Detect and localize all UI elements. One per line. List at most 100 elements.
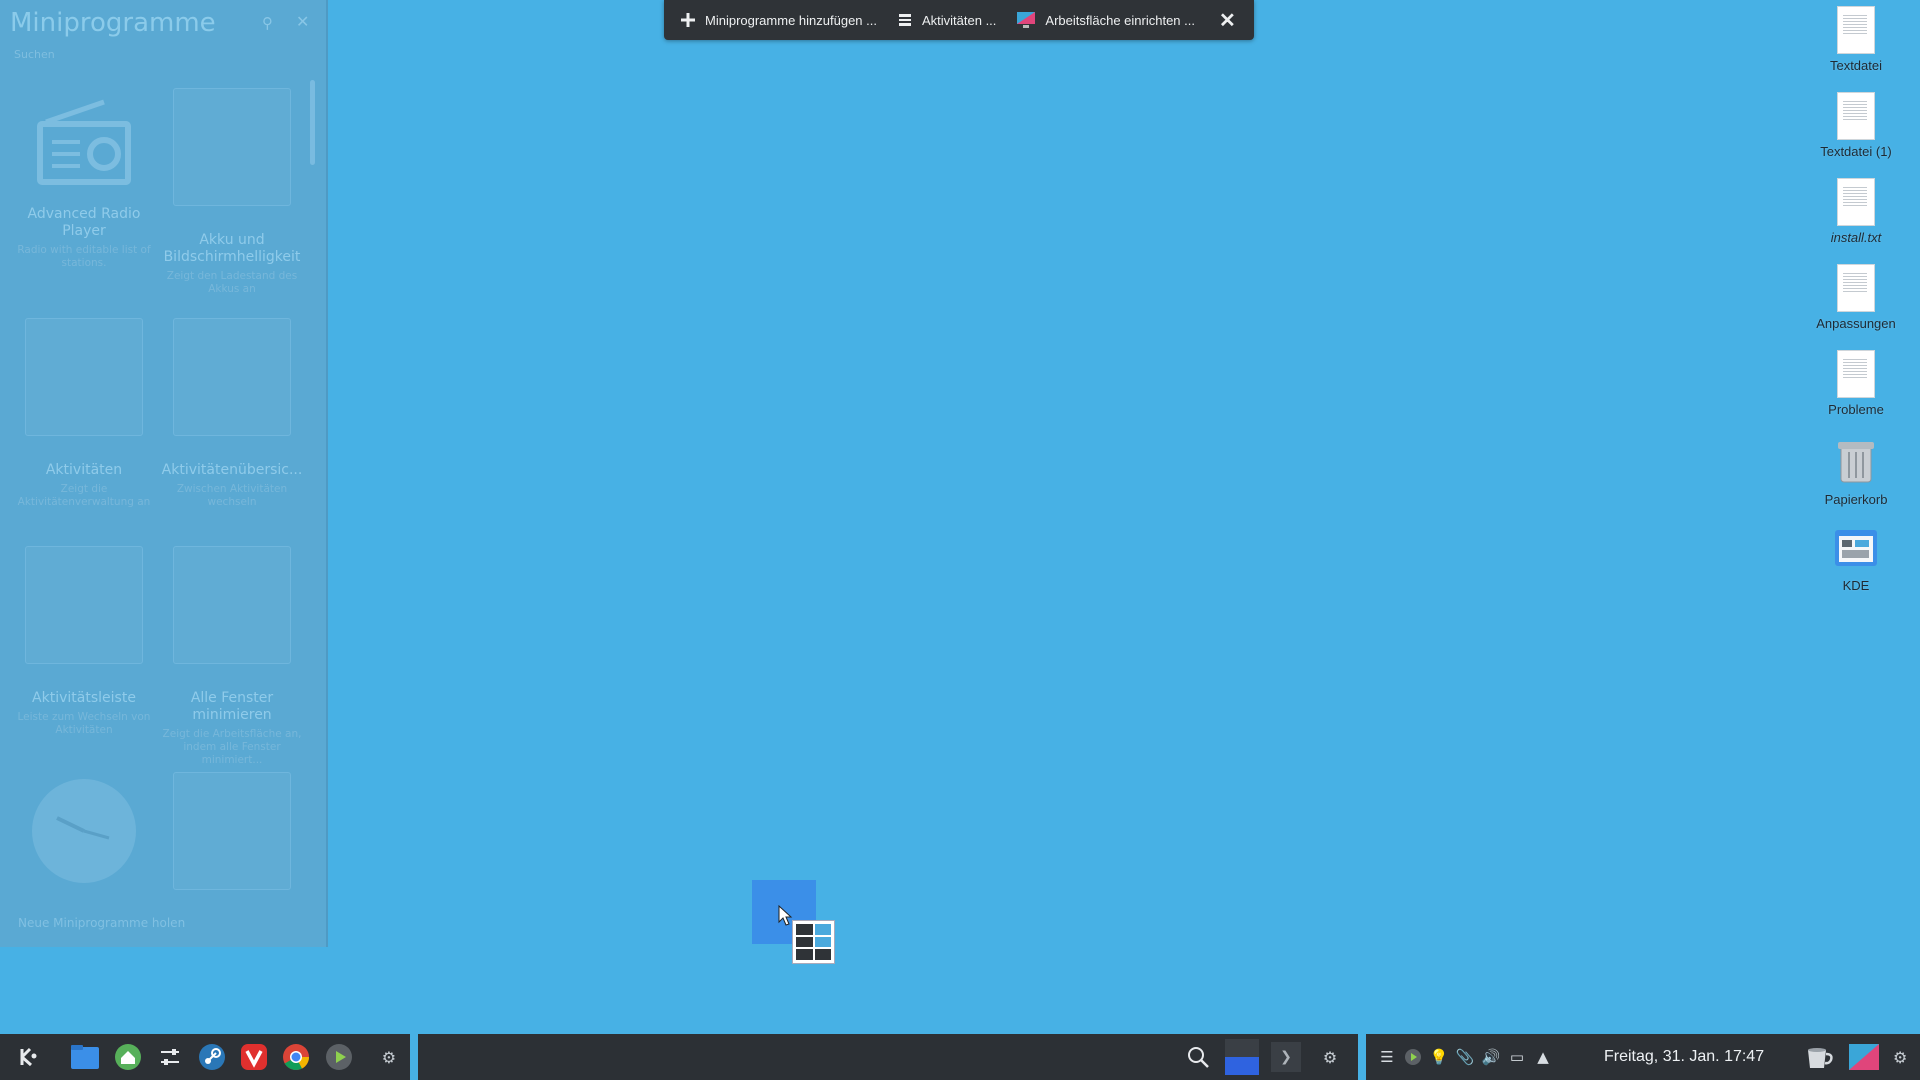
- configure-desktop-button[interactable]: Arbeitsfläche einrichten ...: [1016, 11, 1195, 29]
- text-file-icon: [1837, 264, 1875, 312]
- paperclip-icon[interactable]: 📎: [1452, 1044, 1478, 1070]
- gear-icon: ⚙: [1322, 1047, 1338, 1067]
- steam-button[interactable]: [195, 1039, 229, 1075]
- media-player-button[interactable]: [322, 1039, 356, 1075]
- panel-settings-button-2[interactable]: ⚙: [1312, 1039, 1348, 1075]
- desktop-icon-probleme[interactable]: Probleme: [1801, 350, 1911, 417]
- widget-desc: Zeigt den Ladestand des Akkus an: [166, 270, 298, 295]
- widget-card-activity-bar[interactable]: Aktivitätsleiste Leiste zum Wechseln von…: [10, 546, 158, 737]
- desktop-icon-kde[interactable]: KDE: [1801, 526, 1911, 593]
- widget-name: Aktivitätsleiste: [32, 690, 136, 706]
- desktop-icon-textdatei[interactable]: Textdatei: [1801, 6, 1911, 73]
- task-list-icon[interactable]: ☰: [1374, 1044, 1400, 1070]
- settings-app-button[interactable]: [153, 1039, 187, 1075]
- chevron-right-icon: ❯: [1271, 1042, 1301, 1072]
- widget-name: Advanced Radio Player: [27, 206, 141, 239]
- widget-card-clock[interactable]: [10, 776, 158, 890]
- vivaldi-button[interactable]: [237, 1039, 271, 1075]
- desktop-icon-textdatei-1[interactable]: Textdatei (1): [1801, 92, 1911, 159]
- volume-icon[interactable]: 🔊: [1478, 1044, 1504, 1070]
- widget-thumbnail: [173, 772, 291, 890]
- panel-settings-button[interactable]: ⚙: [372, 1039, 406, 1075]
- widget-card-minimize-all[interactable]: Alle Fenster minimieren Zeigt die Arbeit…: [158, 546, 306, 767]
- desktop-icon-label: Textdatei: [1829, 58, 1883, 73]
- explorer-scrollbar[interactable]: [310, 80, 315, 165]
- application-launcher-button[interactable]: [12, 1039, 46, 1075]
- widget-card-battery[interactable]: Akku und Bildschirmhelligkeit Zeigt den …: [158, 88, 306, 296]
- desktop-icon-label: Textdatei (1): [1820, 144, 1892, 159]
- widget-name: Akku und Bildschirmhelligkeit: [163, 232, 301, 265]
- close-icon[interactable]: ✕: [296, 12, 309, 31]
- search-button[interactable]: [1180, 1039, 1216, 1075]
- taskbar-left: ⚙: [0, 1034, 410, 1080]
- add-widgets-button[interactable]: Miniprogramme hinzufügen ...: [680, 12, 877, 28]
- vivaldi-icon: [241, 1044, 268, 1070]
- digital-clock[interactable]: Freitag, 31. Jan. 17:47: [1604, 1048, 1764, 1066]
- desktop-icon-label: KDE: [1842, 578, 1870, 593]
- activities-icon: [898, 14, 911, 26]
- desktop-icon-label: Probleme: [1828, 402, 1884, 417]
- file-manager-button[interactable]: [68, 1039, 102, 1075]
- widget-explorer: Miniprogramme ⚲ ✕ Suchen Advanced Radio …: [0, 0, 328, 947]
- desktop-icon-label: install.txt: [1830, 230, 1882, 245]
- discover-button[interactable]: [110, 1039, 144, 1075]
- chrome-icon: [283, 1044, 310, 1070]
- widget-card-activities[interactable]: Aktivitäten Zeigt die Aktivitätenverwalt…: [10, 318, 158, 509]
- widget-thumbnail: [173, 546, 291, 664]
- widget-desc: Leiste zum Wechseln von Aktivitäten: [17, 711, 151, 736]
- taskbar-right: ☰ 💡 📎 🔊 ▭ ▲ Freitag, 31. Jan. 17:47 ⚙: [1366, 1034, 1920, 1080]
- pin-icon[interactable]: ⚲: [262, 14, 273, 32]
- widget-card-list[interactable]: [158, 772, 306, 890]
- desktop-settings-icon: [1017, 12, 1036, 28]
- pager-thumbnail: [1225, 1039, 1259, 1075]
- add-widgets-label: Miniprogramme hinzufügen ...: [705, 12, 877, 28]
- widget-thumbnail: [25, 546, 143, 664]
- activities-button[interactable]: Aktivitäten ...: [897, 12, 996, 28]
- desktop-icon-papierkorb[interactable]: Papierkorb: [1801, 440, 1911, 507]
- clock-icon: [32, 779, 136, 883]
- widget-card-radio[interactable]: Advanced Radio Player Radio with editabl…: [10, 92, 158, 270]
- system-tray: ☰ 💡 📎 🔊 ▭ ▲: [1374, 1044, 1556, 1070]
- close-toolbar-button[interactable]: ✕: [1219, 8, 1236, 33]
- text-file-icon: [1837, 92, 1875, 140]
- get-new-widgets-link[interactable]: Neue Miniprogramme holen: [18, 916, 185, 930]
- show-desktop-button[interactable]: [1846, 1039, 1882, 1075]
- tray-expand-icon[interactable]: ▲: [1530, 1044, 1556, 1070]
- gear-icon: ⚙: [381, 1047, 397, 1067]
- pager-desktop-1[interactable]: [1224, 1039, 1260, 1075]
- search-icon: [1188, 1047, 1209, 1068]
- widget-desc: Zwischen Aktivitäten wechseln: [176, 483, 288, 508]
- sliders-icon: [157, 1045, 182, 1069]
- desktop-toolbar: Miniprogramme hinzufügen ... Aktivitäten…: [664, 0, 1254, 40]
- gear-icon: ⚙: [1892, 1047, 1908, 1067]
- folder-icon: [1835, 530, 1877, 566]
- taskbar-middle: ❯ ⚙: [418, 1034, 1358, 1080]
- text-file-icon: [1837, 178, 1875, 226]
- pager-desktop-2[interactable]: ❯: [1268, 1039, 1304, 1075]
- widget-thumbnail: [25, 318, 143, 436]
- folder-icon: [71, 1045, 100, 1069]
- widget-desc: Zeigt die Arbeitsfläche an, indem alle F…: [162, 728, 302, 766]
- drag-widget-preview: [792, 920, 835, 964]
- desktop-icon-label: Anpassungen: [1816, 316, 1896, 331]
- widget-name: Alle Fenster minimieren: [190, 690, 274, 723]
- widget-desc: Radio with editable list of stations.: [17, 244, 151, 269]
- radio-icon: [34, 92, 134, 192]
- desktop-icon-install-txt[interactable]: install.txt: [1801, 178, 1911, 245]
- explorer-title: Miniprogramme: [10, 8, 216, 38]
- chrome-button[interactable]: [279, 1039, 313, 1075]
- play-icon: [325, 1044, 352, 1070]
- lightbulb-icon[interactable]: 💡: [1426, 1044, 1452, 1070]
- widget-desc: Zeigt die Aktivitätenverwaltung an: [17, 483, 151, 508]
- panel-settings-button-3[interactable]: ⚙: [1890, 1039, 1910, 1075]
- desktop-icon-anpassungen[interactable]: Anpassungen: [1801, 264, 1911, 331]
- widget-card-activity-overview[interactable]: Aktivitätenübersic... Zwischen Aktivität…: [158, 318, 306, 509]
- media-play-icon[interactable]: [1400, 1044, 1426, 1070]
- widget-name: Aktivitäten: [45, 462, 123, 478]
- coffee-button[interactable]: [1802, 1039, 1838, 1075]
- display-icon[interactable]: ▭: [1504, 1044, 1530, 1070]
- show-desktop-icon: [1849, 1044, 1880, 1070]
- explorer-search-input[interactable]: Suchen: [14, 48, 55, 61]
- widget-thumbnail: [173, 88, 291, 206]
- kde-logo-icon: [20, 1047, 37, 1067]
